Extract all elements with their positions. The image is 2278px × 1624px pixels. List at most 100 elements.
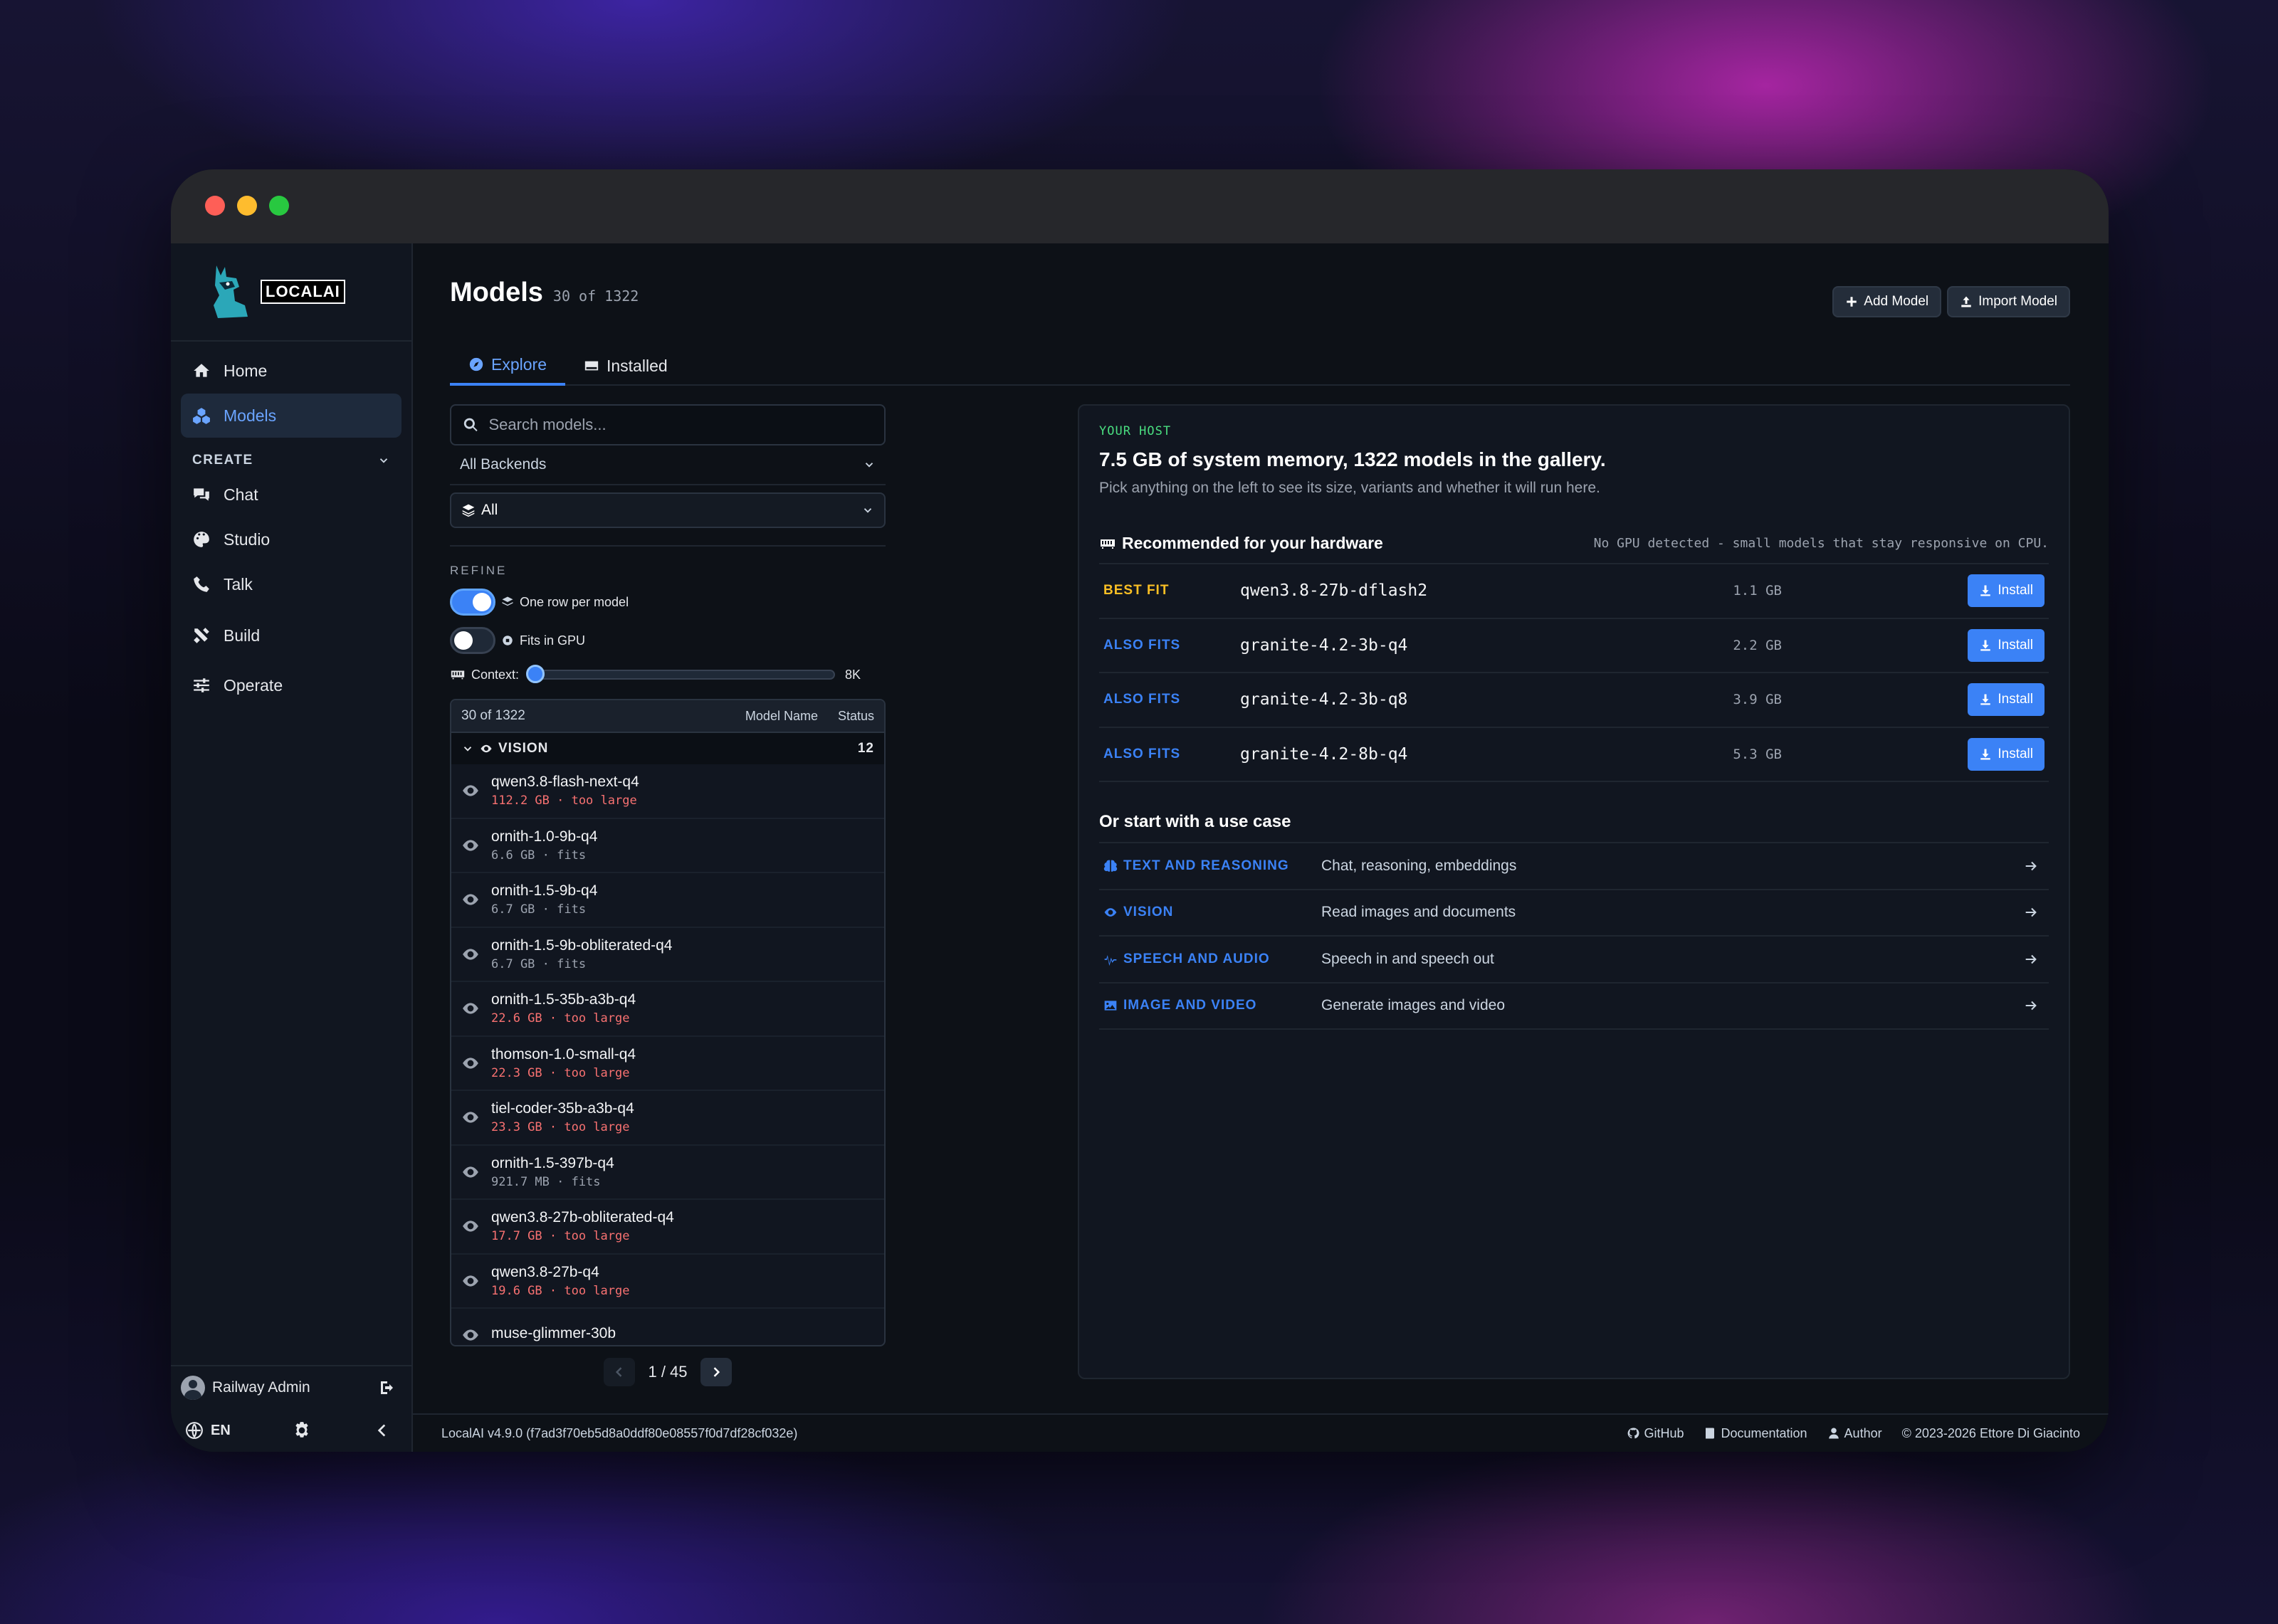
maximize-window-button[interactable]	[269, 196, 289, 216]
waveform-icon	[1104, 954, 1117, 966]
list-item[interactable]: ornith-1.5-9b-q4 6.7 GB · fits	[451, 873, 884, 928]
copyright-text: © 2023-2026 Ettore Di Giacinto	[1901, 1425, 2080, 1440]
language-button[interactable]: EN	[185, 1421, 231, 1440]
add-model-button[interactable]: Add Model	[1832, 286, 1942, 317]
list-item[interactable]: ornith-1.5-35b-a3b-q4 22.6 GB · too large	[451, 982, 884, 1037]
recommendation-row: BEST FIT qwen3.8-27b-dflash2 1.1 GB Install	[1099, 564, 2049, 619]
list-item[interactable]: qwen3.8-flash-next-q4 112.2 GB · too larg…	[451, 764, 884, 819]
tools-icon	[194, 628, 209, 643]
context-slider[interactable]	[526, 665, 836, 683]
search-input[interactable]	[488, 416, 873, 434]
one-row-toggle[interactable]	[450, 589, 495, 616]
model-name: qwen3.8-27b-obliterated-q4	[491, 1209, 674, 1226]
user-name: Railway Admin	[212, 1379, 310, 1396]
use-case-row[interactable]: SPEECH AND AUDIO Speech in and speech out	[1099, 937, 2049, 984]
pagination: 1 / 45	[450, 1358, 886, 1386]
documentation-link[interactable]: Documentation	[1704, 1426, 1807, 1441]
type-select[interactable]: All	[450, 492, 886, 528]
github-link[interactable]: GitHub	[1627, 1426, 1684, 1441]
divider	[450, 545, 886, 547]
sort-by-name[interactable]: Model Name	[745, 709, 818, 724]
list-item[interactable]: ornith-1.0-9b-q4 6.6 GB · fits	[451, 819, 884, 873]
chevron-down-icon	[865, 463, 873, 468]
model-text: ornith-1.5-9b-q4 6.7 GB · fits	[491, 882, 597, 917]
sidebar-item-models[interactable]: Models	[181, 394, 401, 438]
gear-icon[interactable]	[293, 1421, 311, 1440]
slider-handle[interactable]	[526, 665, 545, 683]
sidebar-item-talk[interactable]: Talk	[181, 562, 401, 606]
logo[interactable]: LOCALAI	[171, 243, 411, 342]
install-label: Install	[1998, 746, 2033, 761]
model-text: qwen3.8-27b-q4 19.6 GB · too large	[491, 1264, 629, 1298]
section-label: CREATE	[192, 453, 253, 468]
avatar[interactable]	[181, 1376, 205, 1400]
sort-by-status[interactable]: Status	[838, 709, 874, 724]
list-item[interactable]: qwen3.8-27b-obliterated-q4 17.7 GB · too …	[451, 1200, 884, 1255]
use-case-row[interactable]: TEXT AND REASONING Chat, reasoning, embed…	[1099, 843, 2049, 890]
sidebar-item-label: Operate	[224, 675, 283, 695]
backend-select[interactable]: All Backends	[450, 445, 886, 485]
palette-icon	[194, 532, 209, 547]
model-count: 30 of 1322	[552, 288, 639, 305]
collapse-sidebar-icon[interactable]	[373, 1421, 392, 1440]
context-row: Context: 8K	[450, 660, 886, 689]
add-model-label: Add Model	[1864, 294, 1929, 309]
sidebar-item-label: Build	[224, 626, 261, 645]
sidebar-item-studio[interactable]: Studio	[181, 517, 401, 561]
model-name: ornith-1.5-397b-q4	[491, 1154, 614, 1171]
recommended-model-size: 5.3 GB	[1733, 746, 1782, 762]
eye-icon	[463, 949, 478, 960]
fits-gpu-toggle-row: Fits in GPU	[450, 626, 886, 655]
list-item[interactable]: muse-glimmer-30b	[451, 1309, 884, 1345]
install-button[interactable]: Install	[1968, 574, 2045, 608]
list-item[interactable]: qwen3.8-27b-q4 19.6 GB · too large	[451, 1255, 884, 1309]
install-button[interactable]: Install	[1968, 737, 2045, 771]
plus-icon	[1847, 297, 1857, 307]
use-case-tag: VISION	[1103, 905, 1321, 920]
fits-gpu-toggle[interactable]	[450, 627, 495, 654]
group-label: VISION	[498, 741, 549, 756]
list-item[interactable]: ornith-1.5-397b-q4 921.7 MB · fits	[451, 1146, 884, 1200]
model-size-status: 6.6 GB · fits	[491, 848, 587, 863]
model-name: ornith-1.0-9b-q4	[491, 828, 598, 845]
tab-explore[interactable]: Explore	[450, 346, 565, 386]
model-name: qwen3.8-27b-q4	[491, 1263, 599, 1280]
close-window-button[interactable]	[205, 196, 225, 216]
next-page-button[interactable]	[700, 1358, 732, 1386]
import-model-button[interactable]: Import Model	[1947, 286, 2070, 317]
tab-installed[interactable]: Installed	[565, 346, 686, 386]
recommended-model-size: 1.1 GB	[1733, 583, 1782, 599]
use-case-row[interactable]: VISION Read images and documents	[1099, 890, 2049, 937]
model-size-status: 19.6 GB · too large	[491, 1283, 630, 1298]
search-box	[450, 404, 886, 445]
list-count: 30 of 1322	[461, 708, 525, 723]
model-size-status: 23.3 GB · too large	[491, 1120, 630, 1135]
use-case-row[interactable]: IMAGE AND VIDEO Generate images and video	[1099, 984, 2049, 1030]
fit-badge: ALSO FITS	[1103, 692, 1181, 707]
language-label: EN	[211, 1422, 231, 1438]
use-case-tag: IMAGE AND VIDEO	[1103, 998, 1321, 1013]
import-model-label: Import Model	[1978, 294, 2057, 309]
github-icon	[1628, 1428, 1639, 1439]
group-header-vision[interactable]: VISION 12	[451, 733, 884, 764]
eye-icon	[463, 1220, 478, 1232]
minimize-window-button[interactable]	[237, 196, 257, 216]
list-item[interactable]: ornith-1.5-9b-obliterated-q4 6.7 GB · fit…	[451, 928, 884, 982]
sidebar-item-chat[interactable]: Chat	[181, 473, 401, 517]
sidebar-item-build[interactable]: Build	[181, 613, 401, 658]
download-icon	[1980, 694, 1991, 705]
header-actions: Add Model Import Model	[1832, 286, 2070, 317]
recommendation-list: BEST FIT qwen3.8-27b-dflash2 1.1 GB Install…	[1099, 564, 2049, 782]
list-item[interactable]: thomson-1.0-small-q4 22.3 GB · too large	[451, 1037, 884, 1091]
model-list: 30 of 1322 Model Name Status VISION 12 q…	[450, 699, 886, 1346]
list-item[interactable]: tiel-coder-35b-a3b-q4 23.3 GB · too large	[451, 1091, 884, 1146]
sidebar-item-home[interactable]: Home	[181, 349, 401, 393]
author-link[interactable]: Author	[1827, 1426, 1882, 1441]
install-button[interactable]: Install	[1968, 683, 2045, 717]
sidebar-section-create[interactable]: CREATE	[181, 438, 401, 473]
sidebar-item-operate[interactable]: Operate	[181, 663, 401, 707]
prev-page-button[interactable]	[604, 1358, 636, 1386]
logout-icon[interactable]	[379, 1379, 396, 1396]
install-button[interactable]: Install	[1968, 628, 2045, 662]
eye-icon	[481, 744, 492, 753]
